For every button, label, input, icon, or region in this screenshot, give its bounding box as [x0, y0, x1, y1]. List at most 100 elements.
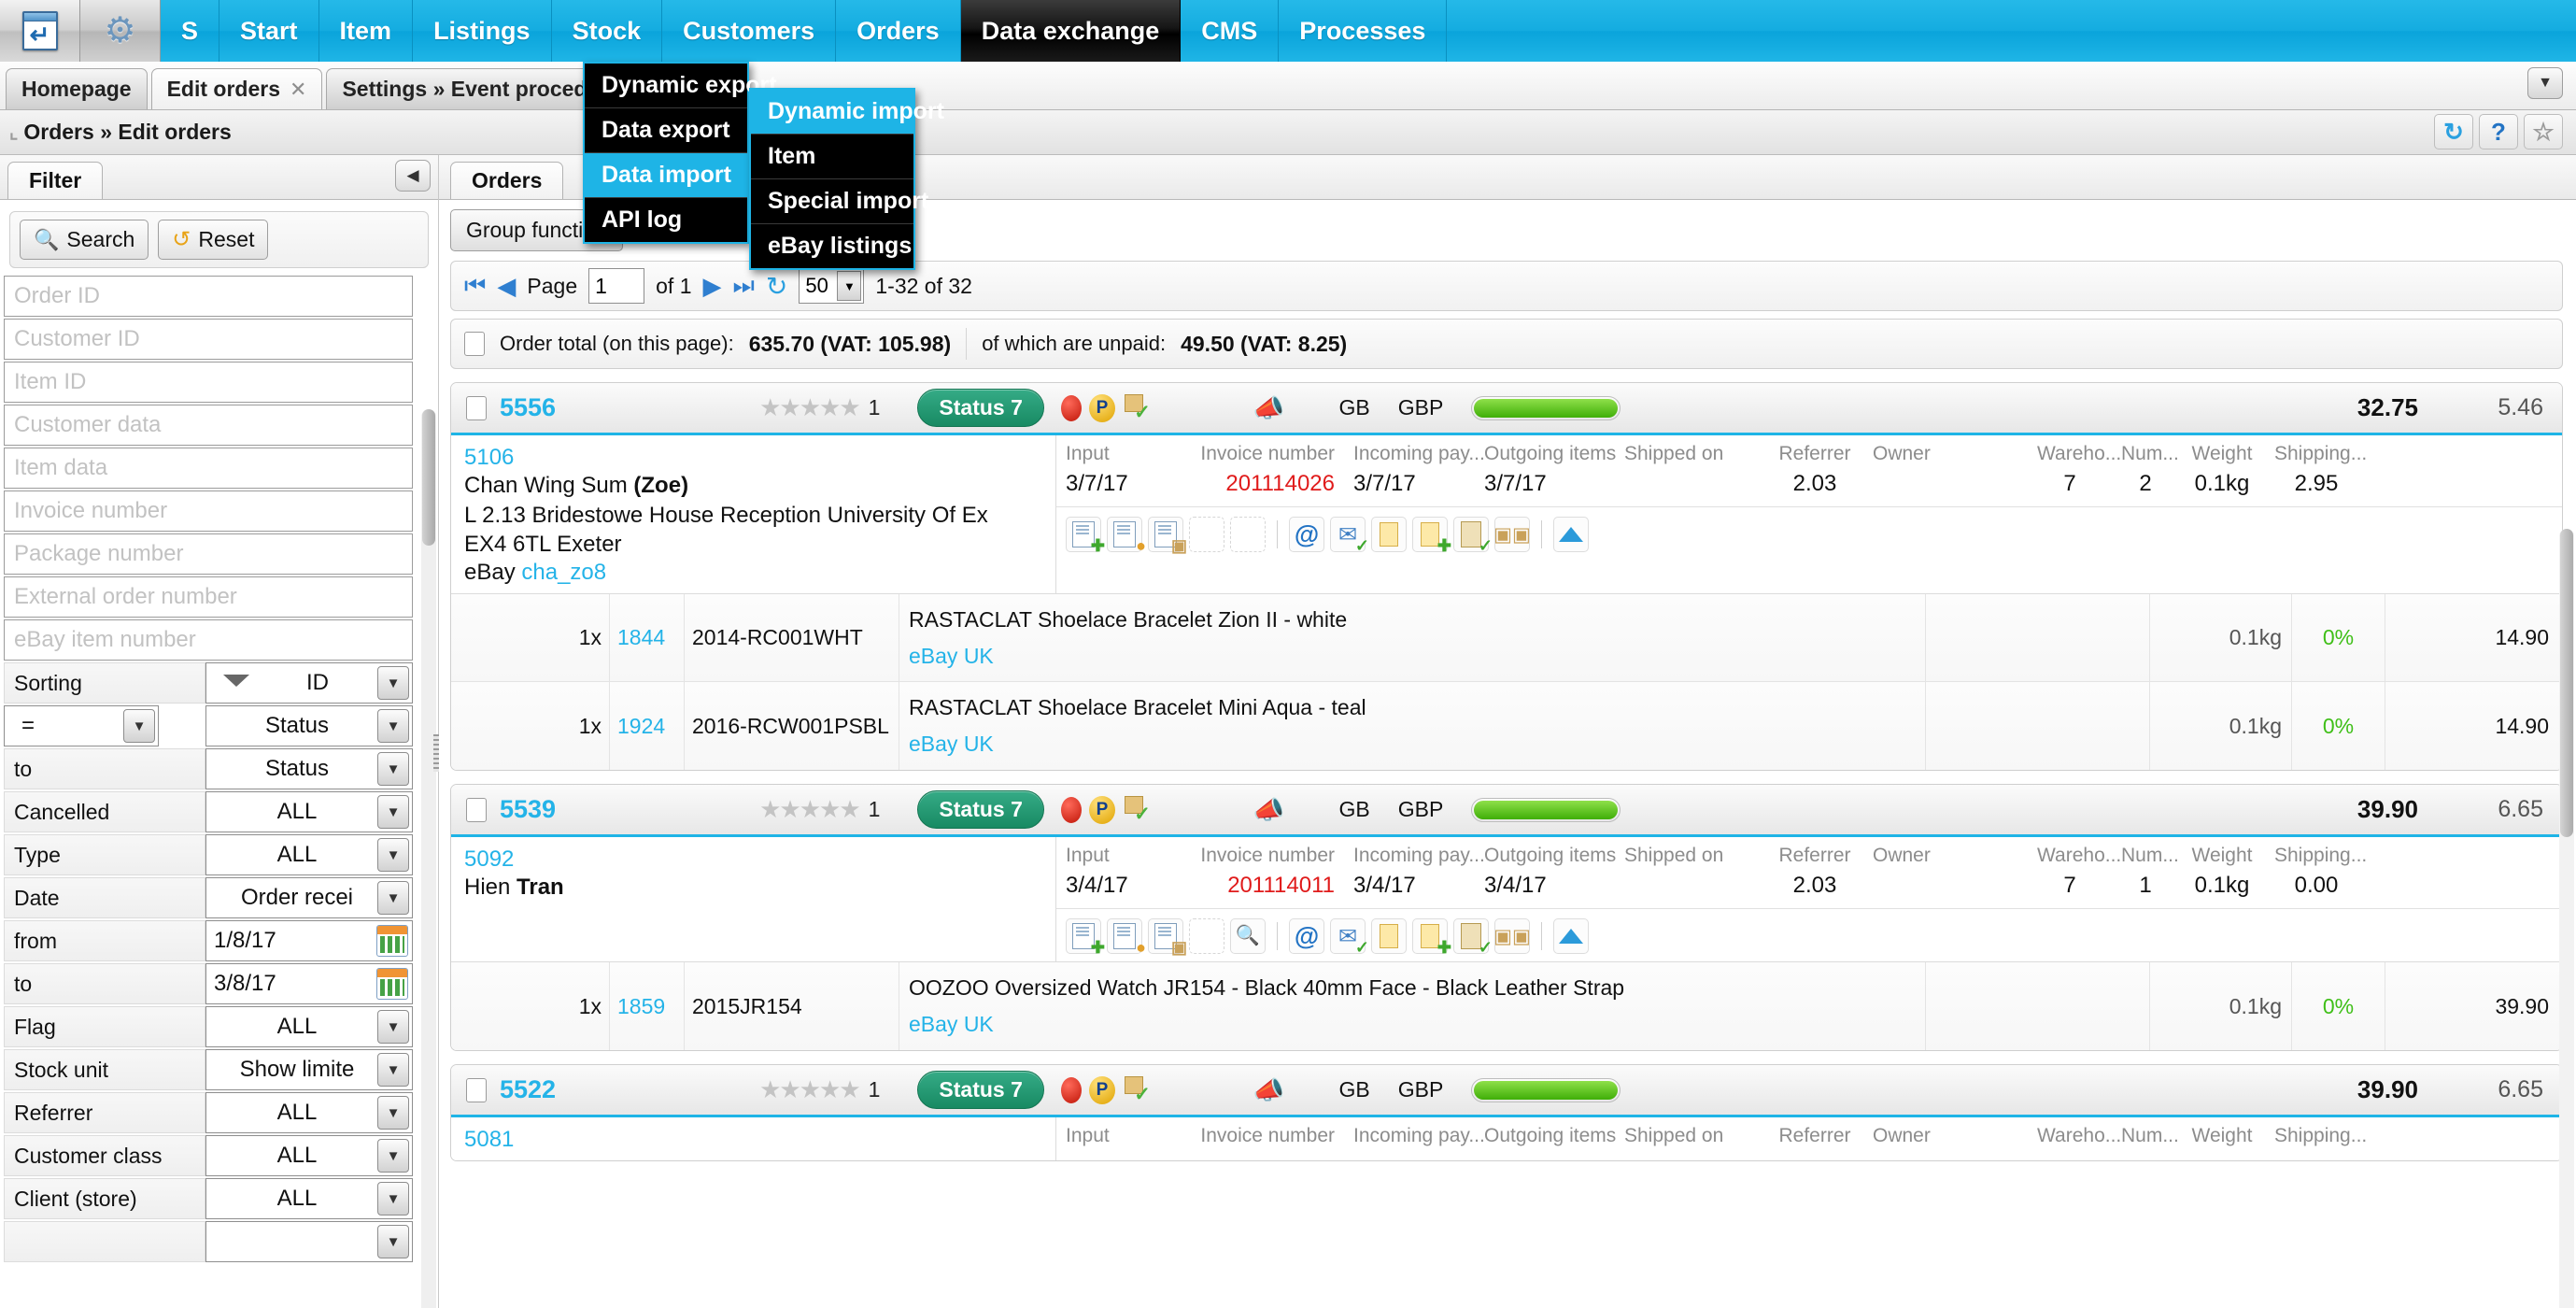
rating-stars[interactable]: ★★★★★ — [759, 795, 861, 824]
sidebar-scrollbar[interactable] — [421, 409, 436, 1308]
nav-item-listings[interactable]: Listings — [413, 0, 552, 62]
rows-per-page-select[interactable]: 50 ▼ — [799, 268, 865, 304]
close-icon[interactable]: ✕ — [290, 78, 306, 102]
type-select[interactable]: ALL ▼ — [205, 834, 413, 875]
chevron-down-icon[interactable]: ▼ — [2527, 67, 2563, 99]
next-page-icon[interactable]: ▶ — [703, 272, 722, 301]
add-payment-document-icon[interactable]: ● — [1107, 918, 1146, 957]
item-id-link[interactable]: 1859 — [610, 962, 685, 1051]
menu-item-data-import[interactable]: Data import ❯ — [585, 153, 778, 198]
email-icon[interactable]: @ — [1289, 918, 1324, 955]
item-row[interactable]: 1x 1859 2015JR154 OOZOO Oversized Watch … — [451, 962, 2562, 1051]
previous-page-icon[interactable]: ◀ — [497, 272, 516, 301]
item-data-input[interactable] — [4, 448, 413, 489]
note-icon[interactable] — [1371, 918, 1407, 955]
flag-select[interactable]: ALL ▼ — [205, 1006, 413, 1047]
package-number-input[interactable] — [4, 533, 413, 575]
note-icon[interactable] — [1371, 517, 1407, 552]
refresh-icon[interactable]: ↻ — [2434, 114, 2473, 149]
paypal-icon[interactable]: P — [1088, 1075, 1115, 1104]
menu-item-item[interactable]: Item — [751, 135, 913, 179]
send-mail-icon[interactable]: ✉ ✓ — [1330, 918, 1369, 957]
order-header[interactable]: 5556 ★★★★★ 1 Status 7 P ✓ 📣 GB GBP 32.75… — [451, 383, 2562, 435]
nav-item-item[interactable]: Item — [318, 0, 414, 62]
rating-stars[interactable]: ★★★★★ — [759, 393, 861, 422]
date-to-input[interactable]: 3/8/17 — [205, 963, 413, 1004]
col-value[interactable]: 201114026 — [1176, 471, 1335, 497]
tab-orders[interactable]: Orders — [450, 162, 564, 199]
menu-item-data-export[interactable]: Data export — [585, 108, 747, 153]
first-page-icon[interactable]: ⏮ — [464, 271, 486, 301]
clipboard-check-icon[interactable]: ✓ — [1453, 517, 1493, 555]
add-payment-document-icon[interactable]: ● — [1107, 517, 1146, 555]
package-checked-icon[interactable]: ✓ — [1123, 393, 1151, 423]
order-id-link[interactable]: 5522 — [500, 1075, 556, 1104]
add-package-document-icon[interactable]: ▣ — [1148, 918, 1187, 957]
content-scrollbar[interactable] — [2559, 529, 2574, 1308]
customer-id-link[interactable]: 5106 — [464, 445, 1055, 471]
customer-data-input[interactable] — [4, 405, 413, 446]
window-icon-button[interactable] — [0, 0, 80, 62]
menu-item-api-log[interactable]: API log — [585, 198, 747, 242]
send-mail-icon[interactable]: ✉ ✓ — [1330, 517, 1369, 555]
nav-item-customers[interactable]: Customers — [662, 0, 837, 62]
item-row[interactable]: 1x 1844 2014-RC001WHT RASTACLAT Shoelace… — [451, 594, 2562, 683]
package-checked-icon[interactable]: ✓ — [1123, 795, 1151, 825]
order-header[interactable]: 5539 ★★★★★ 1 Status 7 P ✓ 📣 GB GBP 39.90… — [451, 785, 2562, 838]
invoice-number-input[interactable] — [4, 490, 413, 532]
item-id-link[interactable]: 1924 — [610, 682, 685, 771]
status-to-select[interactable]: Status ▼ — [205, 748, 413, 789]
content-scrollbar-thumb[interactable] — [2560, 529, 2573, 837]
nav-item-start[interactable]: Start — [219, 0, 319, 62]
calendar-icon[interactable] — [376, 968, 408, 1000]
add-package-document-icon[interactable]: ▣ — [1148, 517, 1187, 555]
status-operator-select[interactable]: = ▼ — [4, 705, 159, 746]
date-type-select[interactable]: Order recei ▼ — [205, 877, 413, 918]
ebay-item-number-input[interactable] — [4, 619, 413, 661]
rating-stars[interactable]: ★★★★★ — [759, 1075, 861, 1104]
settings-gear-button[interactable]: ⚙ — [80, 0, 161, 62]
page-number-input[interactable] — [588, 268, 645, 304]
collapse-sidebar-button[interactable]: ◀ — [395, 160, 431, 192]
tab-filter[interactable]: Filter — [7, 162, 104, 199]
channel-user-link[interactable]: cha_zo8 — [521, 560, 606, 585]
favorite-star-icon[interactable]: ☆ — [2524, 114, 2563, 149]
collapse-order-icon[interactable] — [1553, 918, 1589, 955]
nav-item-s[interactable]: S — [161, 0, 220, 62]
add-note-icon[interactable]: ✚ — [1412, 918, 1451, 957]
item-row[interactable]: 1x 1924 2016-RCW001PSBL RASTACLAT Shoela… — [451, 682, 2562, 771]
bell-icon[interactable]: 📣 — [1253, 393, 1285, 423]
calendar-icon[interactable] — [376, 925, 408, 957]
menu-item-special-import[interactable]: Special import — [751, 179, 928, 224]
order-checkbox[interactable] — [466, 395, 487, 420]
order-header[interactable]: 5522 ★★★★★ 1 Status 7 P ✓ 📣 GB GBP 39.90… — [451, 1065, 2562, 1118]
red-dot-icon[interactable] — [1060, 1076, 1082, 1103]
item-source-link[interactable]: eBay UK — [909, 1012, 1925, 1037]
bell-icon[interactable]: 📣 — [1253, 1075, 1285, 1105]
menu-item-dynamic-import[interactable]: Dynamic import — [751, 90, 944, 135]
add-document-icon[interactable]: ✚ — [1066, 517, 1105, 555]
package-checked-icon[interactable]: ✓ — [1123, 1075, 1151, 1105]
status-badge[interactable]: Status 7 — [917, 790, 1044, 830]
clipboard-check-icon[interactable]: ✓ — [1453, 918, 1493, 957]
nav-item-processes[interactable]: Processes — [1279, 0, 1448, 62]
email-icon[interactable]: @ — [1289, 517, 1324, 552]
bell-icon[interactable]: 📣 — [1253, 795, 1285, 825]
customer-id-input[interactable] — [4, 319, 413, 360]
tab-edit-orders[interactable]: Edit orders ✕ — [150, 68, 323, 109]
red-dot-icon[interactable] — [1060, 394, 1082, 421]
tab-homepage[interactable]: Homepage — [6, 68, 148, 109]
order-checkbox[interactable] — [466, 1077, 487, 1102]
select-all-checkbox[interactable] — [464, 332, 485, 356]
nav-item-data-exchange[interactable]: Data exchange — [960, 0, 1182, 62]
reset-button[interactable]: ↺ Reset — [158, 220, 269, 260]
nav-item-orders[interactable]: Orders — [836, 0, 961, 62]
add-document-icon[interactable]: ✚ — [1066, 918, 1105, 957]
menu-item-ebay-listings[interactable]: eBay listings — [751, 224, 913, 268]
status-badge[interactable]: Status 7 — [917, 389, 1044, 427]
nav-item-stock[interactable]: Stock — [551, 0, 663, 62]
status-badge[interactable]: Status 7 — [917, 1071, 1044, 1110]
client-store-select[interactable]: ALL ▼ — [205, 1178, 413, 1219]
search-package-icon[interactable]: 🔍 — [1230, 918, 1266, 955]
order-id-input[interactable] — [4, 276, 413, 317]
